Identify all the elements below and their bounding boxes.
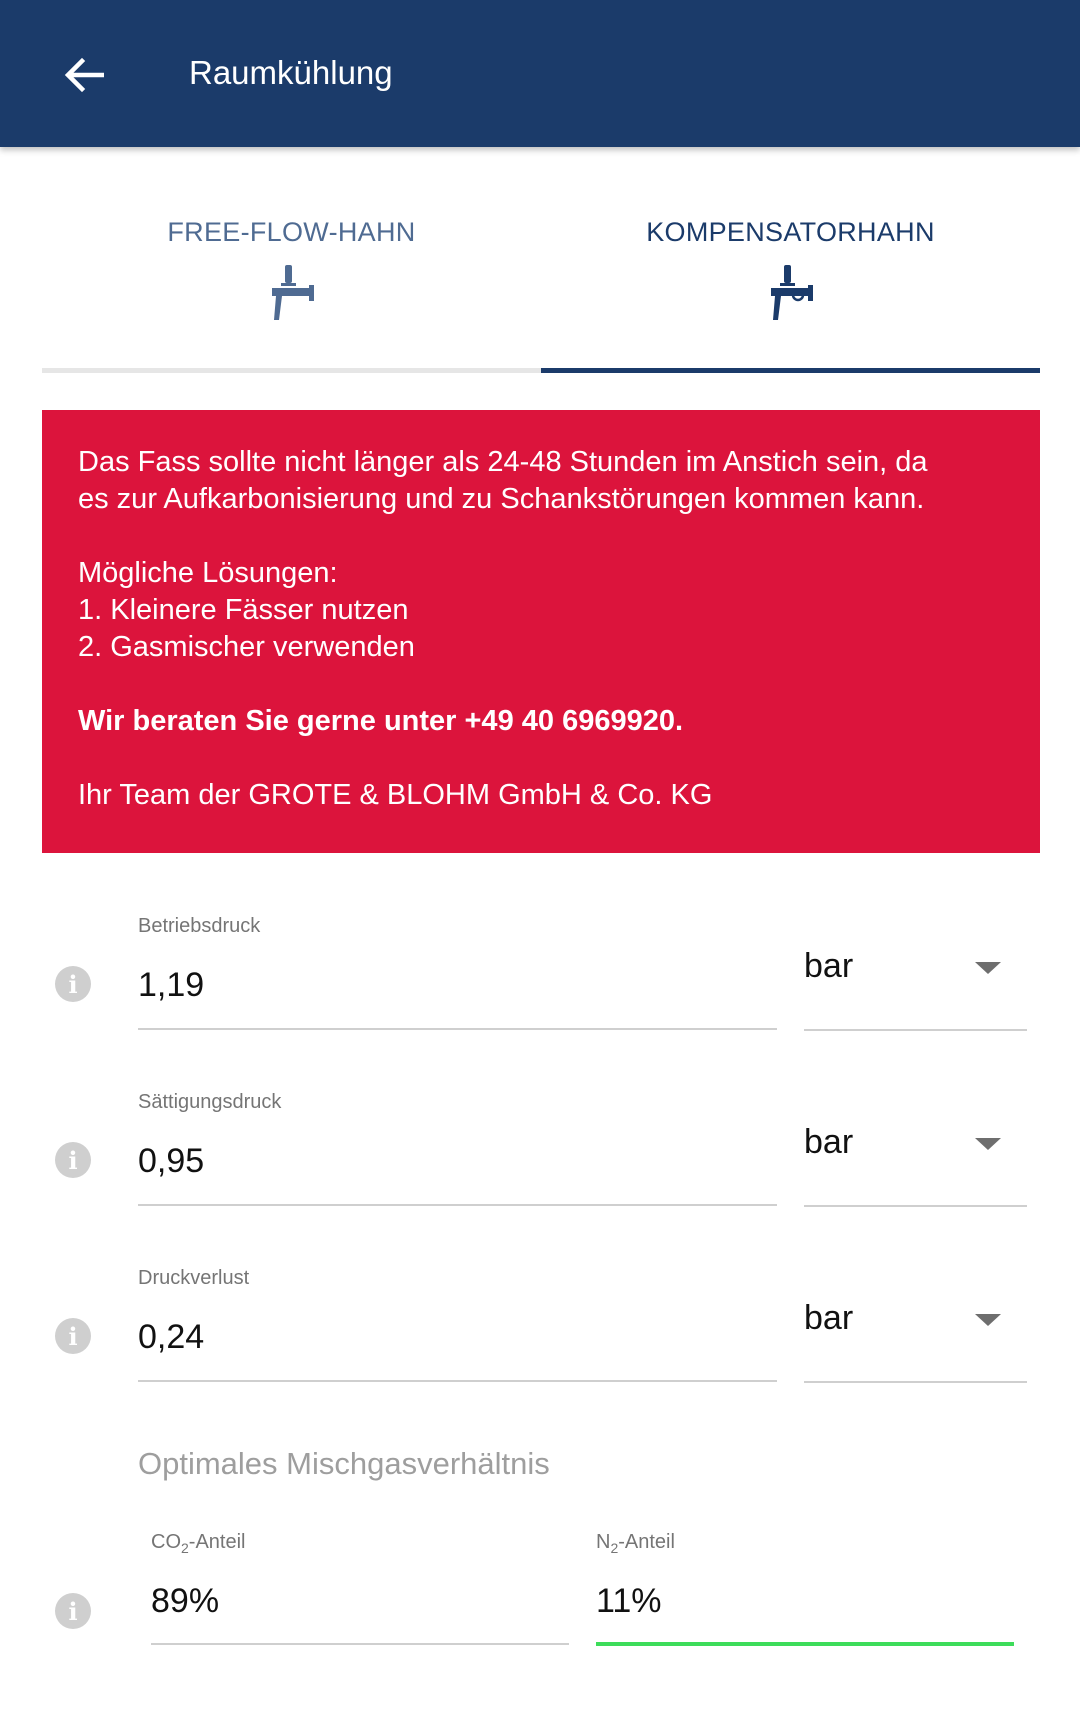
betriebsdruck-input[interactable]: 1,19 (138, 965, 204, 1005)
back-button[interactable] (56, 50, 112, 100)
select-underline (804, 1381, 1027, 1383)
warning-text-line-1: Das Fass sollte nicht länger als 24-48 S… (78, 446, 928, 478)
druckverlust-underline (138, 1380, 777, 1382)
app-bar: Raumkühlung (0, 0, 1080, 147)
betriebsdruck-underline (138, 1028, 777, 1030)
signature-text: Ihr Team der GROTE & BLOHM GmbH & Co. KG (78, 779, 713, 811)
unit-value: bar (804, 1299, 854, 1337)
solution-item-2: 2. Gasmischer verwenden (78, 631, 415, 663)
co2-input[interactable]: 89% (151, 1581, 219, 1621)
warning-text-line-2: es zur Aufkarbonisierung und zu Schankst… (78, 483, 925, 515)
n2-label: N2-Anteil (596, 1531, 675, 1556)
select-underline (804, 1205, 1027, 1207)
betriebsdruck-unit-select[interactable]: bar (804, 946, 1027, 1031)
compensator-tap-icon (770, 265, 813, 320)
select-underline (804, 1029, 1027, 1031)
tap-type-tabs: FREE-FLOW-HAHN KOMPENSATORHAHN (42, 195, 1040, 373)
unit-value: bar (804, 947, 854, 985)
solution-item-1: 1. Kleinere Fässer nutzen (78, 594, 409, 626)
co2-underline (151, 1643, 569, 1645)
druckverlust-unit-select[interactable]: bar (804, 1298, 1027, 1383)
tab-label: KOMPENSATORHAHN (646, 217, 935, 247)
unit-value: bar (804, 1123, 854, 1161)
tab-label: FREE-FLOW-HAHN (167, 217, 416, 247)
dropdown-arrow-icon (975, 1138, 1001, 1150)
info-icon[interactable]: i (55, 1593, 91, 1629)
info-icon[interactable]: i (55, 1142, 91, 1178)
druckverlust-input[interactable]: 0,24 (138, 1317, 204, 1357)
saettigungsdruck-label: Sättigungsdruck (138, 1091, 282, 1113)
page-title: Raumkühlung (189, 54, 393, 91)
warning-banner: Das Fass sollte nicht länger als 24-48 S… (42, 410, 1040, 853)
betriebsdruck-label: Betriebsdruck (138, 915, 261, 937)
solutions-title: Mögliche Lösungen: (78, 557, 338, 589)
info-icon[interactable]: i (55, 966, 91, 1002)
info-icon[interactable]: i (55, 1318, 91, 1354)
free-flow-tap-icon (271, 265, 314, 320)
saettigungsdruck-underline (138, 1204, 777, 1206)
contact-text: Wir beraten Sie gerne unter +49 40 69699… (78, 705, 684, 737)
n2-underline-focused (596, 1642, 1014, 1646)
dropdown-arrow-icon (975, 1314, 1001, 1326)
tab-free-flow-hahn[interactable]: FREE-FLOW-HAHN (42, 195, 541, 373)
dropdown-arrow-icon (975, 962, 1001, 974)
co2-label: CO2-Anteil (151, 1531, 246, 1556)
arrow-left-icon (64, 57, 104, 93)
mix-section-title: Optimales Mischgasverhältnis (138, 1446, 550, 1481)
active-tab-indicator (541, 368, 1040, 373)
druckverlust-label: Druckverlust (138, 1267, 250, 1289)
saettigungsdruck-input[interactable]: 0,95 (138, 1141, 204, 1181)
n2-input[interactable]: 11% (596, 1581, 662, 1621)
tab-kompensatorhahn[interactable]: KOMPENSATORHAHN (541, 195, 1040, 373)
saettigungsdruck-unit-select[interactable]: bar (804, 1122, 1027, 1207)
